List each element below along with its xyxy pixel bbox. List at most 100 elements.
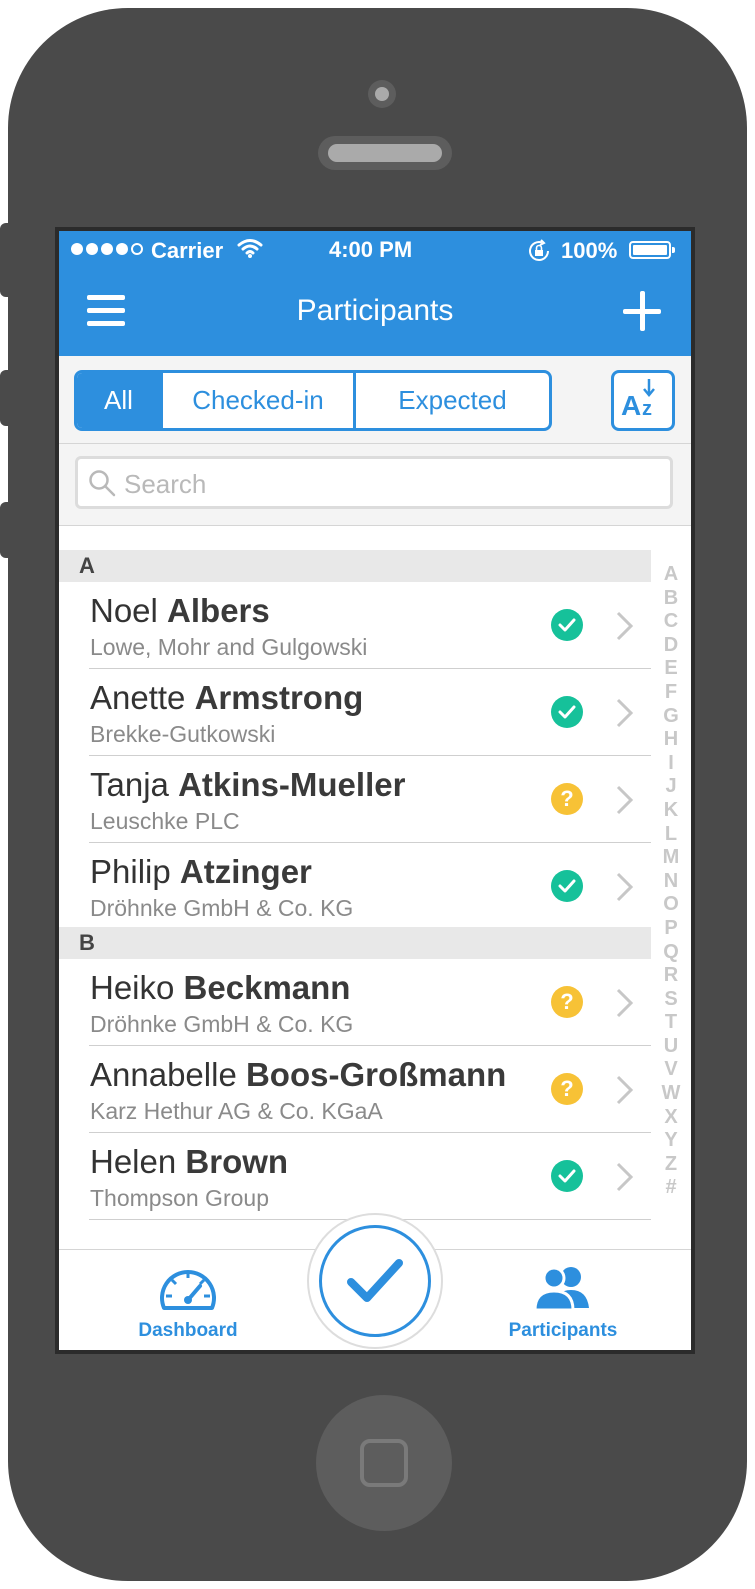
search-bar <box>59 444 691 526</box>
tab-dashboard-label: Dashboard <box>138 1320 238 1341</box>
chevron-right-icon <box>616 1075 634 1105</box>
index-letter[interactable]: K <box>659 799 683 823</box>
question-circle-icon: ? <box>551 986 583 1018</box>
participant-name: Philip Atzinger <box>90 853 312 890</box>
front-camera <box>368 80 396 108</box>
index-letter[interactable]: M <box>659 846 683 870</box>
participant-row[interactable]: Anette Armstrong Brekke-Gutkowski <box>59 669 651 756</box>
plus-icon[interactable] <box>623 291 663 331</box>
status-bar: Carrier 4:00 PM 100% <box>59 231 691 271</box>
check-circle-icon <box>551 609 583 641</box>
index-letter[interactable]: Q <box>659 941 683 965</box>
sort-az-icon: A z <box>621 379 655 421</box>
index-letter[interactable]: F <box>659 681 683 705</box>
filter-segmented-control: All Checked-in Expected <box>74 370 552 431</box>
volume-down-button <box>0 502 12 558</box>
index-letter[interactable]: C <box>659 610 683 634</box>
search-field[interactable] <box>75 456 673 509</box>
app-screen: Carrier 4:00 PM 100% Participants All Ch… <box>55 227 695 1354</box>
clock: 4:00 PM <box>329 237 413 262</box>
volume-up-button <box>0 370 12 426</box>
index-letter[interactable]: R <box>659 964 683 988</box>
tab-dashboard[interactable]: Dashboard <box>88 1250 288 1350</box>
chevron-right-icon <box>616 611 634 641</box>
page-title: Participants <box>296 294 454 327</box>
index-letter[interactable]: N <box>659 870 683 894</box>
filter-all[interactable]: All <box>77 373 163 428</box>
index-letter[interactable]: E <box>659 657 683 681</box>
participant-row[interactable]: Philip Atzinger Dröhnke GmbH & Co. KG <box>59 843 651 930</box>
index-letter[interactable]: Y <box>659 1129 683 1153</box>
index-letter[interactable]: X <box>659 1106 683 1130</box>
index-letter[interactable]: L <box>659 823 683 847</box>
participant-company: Dröhnke GmbH & Co. KG <box>90 1011 354 1037</box>
signal-strength-icon <box>71 243 143 255</box>
sort-az-button[interactable]: A z <box>611 370 675 431</box>
battery-icon <box>629 241 675 259</box>
participant-company: Leuschke PLC <box>90 808 240 834</box>
check-circle-icon <box>551 1160 583 1192</box>
section-header-a: A <box>59 550 651 582</box>
index-letter[interactable]: V <box>659 1058 683 1082</box>
check-circle-icon <box>551 696 583 728</box>
participant-name: Annabelle Boos-Großmann <box>90 1056 507 1093</box>
rotation-lock-icon <box>527 239 551 269</box>
navigation-bar: Participants <box>59 271 691 356</box>
participant-row[interactable]: Tanja Atkins-Mueller Leuschke PLC ? <box>59 756 651 843</box>
checkmark-icon <box>347 1259 403 1302</box>
wifi-icon <box>237 237 263 265</box>
participant-name: Heiko Beckmann <box>90 969 351 1006</box>
participant-company: Dröhnke GmbH & Co. KG <box>90 895 354 921</box>
alphabet-index[interactable]: A B C D E F G H I J K L M N O P Q R S T … <box>659 563 683 1200</box>
home-button[interactable] <box>316 1395 452 1531</box>
participant-row[interactable]: Annabelle Boos-Großmann Karz Hethur AG &… <box>59 1046 651 1133</box>
participant-row[interactable]: Heiko Beckmann Dröhnke GmbH & Co. KG ? <box>59 959 651 1046</box>
tab-participants-label: Participants <box>508 1320 618 1341</box>
participant-row[interactable]: Helen Brown Thompson Group <box>59 1133 651 1220</box>
participant-company: Karz Hethur AG & Co. KGaA <box>90 1098 383 1124</box>
check-circle-icon <box>551 870 583 902</box>
index-letter[interactable]: T <box>659 1011 683 1035</box>
index-letter[interactable]: D <box>659 634 683 658</box>
index-letter[interactable]: A <box>659 563 683 587</box>
chevron-right-icon <box>616 872 634 902</box>
index-letter[interactable]: P <box>659 917 683 941</box>
tab-participants[interactable]: Participants <box>463 1250 663 1350</box>
participant-company: Brekke-Gutkowski <box>90 721 276 747</box>
index-letter[interactable]: S <box>659 988 683 1012</box>
chevron-right-icon <box>616 785 634 815</box>
chevron-right-icon <box>616 698 634 728</box>
participant-row[interactable]: Noel Albers Lowe, Mohr and Gulgowski <box>59 582 651 669</box>
participant-company: Lowe, Mohr and Gulgowski <box>90 634 368 660</box>
filter-checked-in[interactable]: Checked-in <box>163 373 356 428</box>
question-circle-icon: ? <box>551 1073 583 1105</box>
participant-company: Thompson Group <box>90 1185 269 1211</box>
filter-bar: All Checked-in Expected A z <box>59 356 691 444</box>
chevron-right-icon <box>616 988 634 1018</box>
index-letter[interactable]: O <box>659 893 683 917</box>
svg-text:A: A <box>621 390 641 421</box>
svg-text:z: z <box>642 398 652 420</box>
people-icon <box>533 1266 589 1312</box>
search-input[interactable] <box>122 466 646 502</box>
index-letter[interactable]: J <box>659 775 683 799</box>
index-letter[interactable]: Z <box>659 1153 683 1177</box>
index-letter[interactable]: W <box>659 1082 683 1106</box>
index-letter[interactable]: U <box>659 1035 683 1059</box>
participant-name: Noel Albers <box>90 592 270 629</box>
index-letter[interactable]: G <box>659 705 683 729</box>
chevron-right-icon <box>616 1162 634 1192</box>
battery-percent: 100% <box>561 238 618 263</box>
checkin-button[interactable] <box>307 1213 443 1349</box>
filter-expected[interactable]: Expected <box>356 373 549 428</box>
question-circle-icon: ? <box>551 783 583 815</box>
participant-name: Helen Brown <box>90 1143 289 1180</box>
section-header-b: B <box>59 927 651 959</box>
participant-name: Anette Armstrong <box>90 679 364 716</box>
magnifier-icon <box>89 470 116 497</box>
index-letter[interactable]: # <box>659 1176 683 1200</box>
index-letter[interactable]: B <box>659 587 683 611</box>
index-letter[interactable]: H <box>659 728 683 752</box>
participant-name: Tanja Atkins-Mueller <box>90 766 406 803</box>
index-letter[interactable]: I <box>659 752 683 776</box>
